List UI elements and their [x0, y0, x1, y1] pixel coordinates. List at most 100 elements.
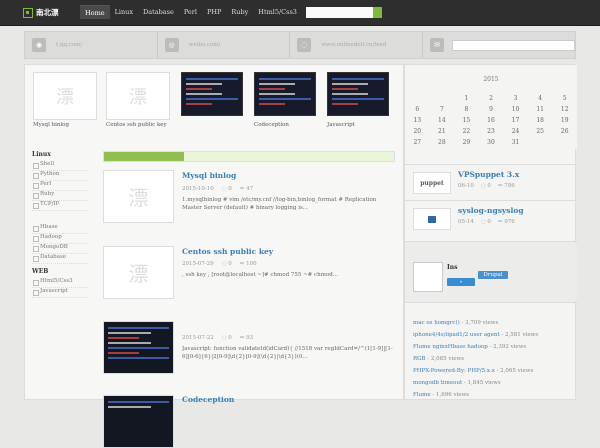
- category-item[interactable]: TCP/IP: [32, 201, 88, 211]
- code-screenshot: [332, 78, 384, 108]
- nav-home[interactable]: Home: [80, 5, 110, 19]
- post-date: 2015-10-10: [182, 186, 214, 192]
- social-qq[interactable]: ◉ t.qq.com/: [25, 32, 158, 58]
- post-excerpt-1: 1.mysqlbinlog # vim /etc/my.cnf //log-bi…: [182, 197, 377, 211]
- popular-views: - 1,696 views: [432, 392, 470, 398]
- social-rss[interactable]: ◌ www.onlinedoll.cn/feed: [290, 32, 424, 58]
- popular-views: - 2,581 views: [501, 332, 539, 338]
- calendar-day[interactable]: 26: [552, 128, 577, 136]
- nav-linux[interactable]: Linux: [110, 5, 138, 19]
- search-button[interactable]: [373, 7, 382, 18]
- calendar-day[interactable]: 21: [430, 128, 455, 136]
- post-meta-1: 2015-10-10 ◌ 0 ⇔ 47: [182, 186, 253, 192]
- category-item[interactable]: Hadoop: [32, 234, 88, 244]
- post-thumb-4[interactable]: [103, 395, 174, 448]
- popular-link[interactable]: iphone4/4s/iipad1/2 user agent: [413, 332, 500, 338]
- calendar-day[interactable]: 30: [479, 139, 504, 147]
- category-heading-web[interactable]: WEB: [32, 268, 88, 275]
- calendar-day[interactable]: 10: [503, 106, 528, 114]
- popular-link[interactable]: mac os homgrc(): [413, 320, 460, 326]
- calendar-day[interactable]: 7: [430, 106, 455, 114]
- calendar-day[interactable]: 15: [454, 117, 479, 125]
- category-item[interactable]: MongoDB: [32, 244, 88, 254]
- popular-link[interactable]: mongodb timeout: [413, 380, 462, 386]
- popular-link[interactable]: RGB: [413, 356, 426, 362]
- popular-link[interactable]: Flume: [413, 392, 431, 398]
- calendar-day[interactable]: 14: [430, 117, 455, 125]
- calendar-day[interactable]: 16: [479, 117, 504, 125]
- calendar-widget: 2015 1 2 3 4 5 6 7 8 9 10 11 12 13 14 15 16 17 18 19 20 21 22…: [405, 65, 577, 149]
- calendar-day[interactable]: 9: [479, 106, 504, 114]
- category-item[interactable]: Shell: [32, 161, 88, 171]
- post-meta-2: 2015-07-29 ◌ 0 ⇔ 100: [182, 261, 257, 267]
- featured-thumb-3[interactable]: [181, 72, 243, 116]
- popular-link[interactable]: Flume nginxHbase hadoop: [413, 344, 488, 350]
- subscribe-input[interactable]: [452, 39, 576, 51]
- post-excerpt-2: , ssh key , [root@localhost ~]# chmod 75…: [182, 272, 338, 278]
- featured-caption-2[interactable]: Centos ssh public key: [106, 122, 167, 128]
- category-sidebar: Linux Shell Python Perl Ruby TCP/IP Hbas…: [32, 151, 88, 298]
- calendar-day[interactable]: 19: [552, 117, 577, 125]
- calendar-day[interactable]: 25: [528, 128, 553, 136]
- post-thumb-3[interactable]: [103, 321, 174, 374]
- calendar-day[interactable]: 5: [552, 95, 577, 103]
- drupal-button[interactable]: Drupal: [478, 271, 508, 279]
- category-item[interactable]: Python: [32, 171, 88, 181]
- nav-html5[interactable]: Html5/Css3: [253, 5, 302, 19]
- recommended-post-2[interactable]: syslog-ngsyslog 05-14 ◌ 0 ⇔ 976: [405, 200, 577, 233]
- calendar-day[interactable]: 23: [479, 128, 504, 136]
- popular-views: - 2,392 views: [489, 344, 527, 350]
- recommended-post-1[interactable]: puppet VPSpuppet 3.x 06-10 ◌ 0 ⇔ 786: [405, 164, 577, 197]
- featured-thumb-5[interactable]: [327, 72, 389, 116]
- view-count: 93: [246, 335, 254, 341]
- calendar-day[interactable]: 27: [405, 139, 430, 147]
- logo-text: 南北漂: [36, 8, 59, 17]
- post-thumb-2[interactable]: 漂: [103, 246, 174, 299]
- category-item[interactable]: Ruby: [32, 191, 88, 201]
- featured-caption-1[interactable]: Mysql binlog: [33, 122, 69, 128]
- nav-php[interactable]: PHP: [202, 5, 226, 19]
- calendar-day[interactable]: 11: [528, 106, 553, 114]
- post-title-1[interactable]: Mysql binlog: [182, 171, 236, 180]
- calendar-day[interactable]: 24: [503, 128, 528, 136]
- social-weibo[interactable]: ◎ weibo.com/: [158, 32, 291, 58]
- category-item[interactable]: Hbase: [32, 224, 88, 234]
- post-title-2[interactable]: Centos ssh public key: [182, 247, 273, 256]
- featured-caption-4[interactable]: Codeception: [254, 122, 289, 128]
- category-item[interactable]: Html5/Css3: [32, 278, 88, 288]
- calendar-day[interactable]: 18: [528, 117, 553, 125]
- post-thumb-1[interactable]: 漂: [103, 170, 174, 223]
- calendar-day[interactable]: 6: [405, 106, 430, 114]
- category-item[interactable]: Perl: [32, 181, 88, 191]
- nav-database[interactable]: Database: [138, 5, 179, 19]
- calendar-day[interactable]: 17: [503, 117, 528, 125]
- calendar-day[interactable]: 28: [430, 139, 455, 147]
- login-button[interactable]: »: [447, 278, 475, 286]
- view-icon: ⇔ 93: [239, 335, 254, 341]
- calendar-day[interactable]: 4: [528, 95, 553, 103]
- site-logo[interactable]: 南北漂: [23, 6, 68, 19]
- category-heading-linux[interactable]: Linux: [32, 151, 88, 158]
- recommended-title-2[interactable]: syslog-ngsyslog: [458, 206, 524, 215]
- calendar-day[interactable]: 31: [503, 139, 528, 147]
- calendar-day[interactable]: 2: [479, 95, 504, 103]
- search-input[interactable]: [306, 7, 373, 18]
- category-item[interactable]: Database: [32, 254, 88, 264]
- calendar-day[interactable]: 13: [405, 117, 430, 125]
- popular-link[interactable]: PHPX-Powered-By: PHP/5.x.x: [413, 368, 495, 374]
- calendar-day[interactable]: 3: [503, 95, 528, 103]
- recommended-title-1[interactable]: VPSpuppet 3.x: [458, 170, 519, 179]
- featured-thumb-2[interactable]: 漂: [106, 72, 170, 120]
- calendar-day[interactable]: 12: [552, 106, 577, 114]
- featured-thumb-4[interactable]: [254, 72, 316, 116]
- category-item[interactable]: Javascript: [32, 288, 88, 298]
- nav-ruby[interactable]: Ruby: [226, 5, 253, 19]
- featured-thumb-1[interactable]: 漂: [33, 72, 97, 120]
- nav-perl[interactable]: Perl: [179, 5, 202, 19]
- calendar-day[interactable]: 22: [454, 128, 479, 136]
- calendar-day[interactable]: 20: [405, 128, 430, 136]
- calendar-day[interactable]: 8: [454, 106, 479, 114]
- calendar-day[interactable]: 29: [454, 139, 479, 147]
- calendar-day[interactable]: 1: [454, 95, 479, 103]
- featured-caption-5[interactable]: Javascript: [327, 122, 355, 128]
